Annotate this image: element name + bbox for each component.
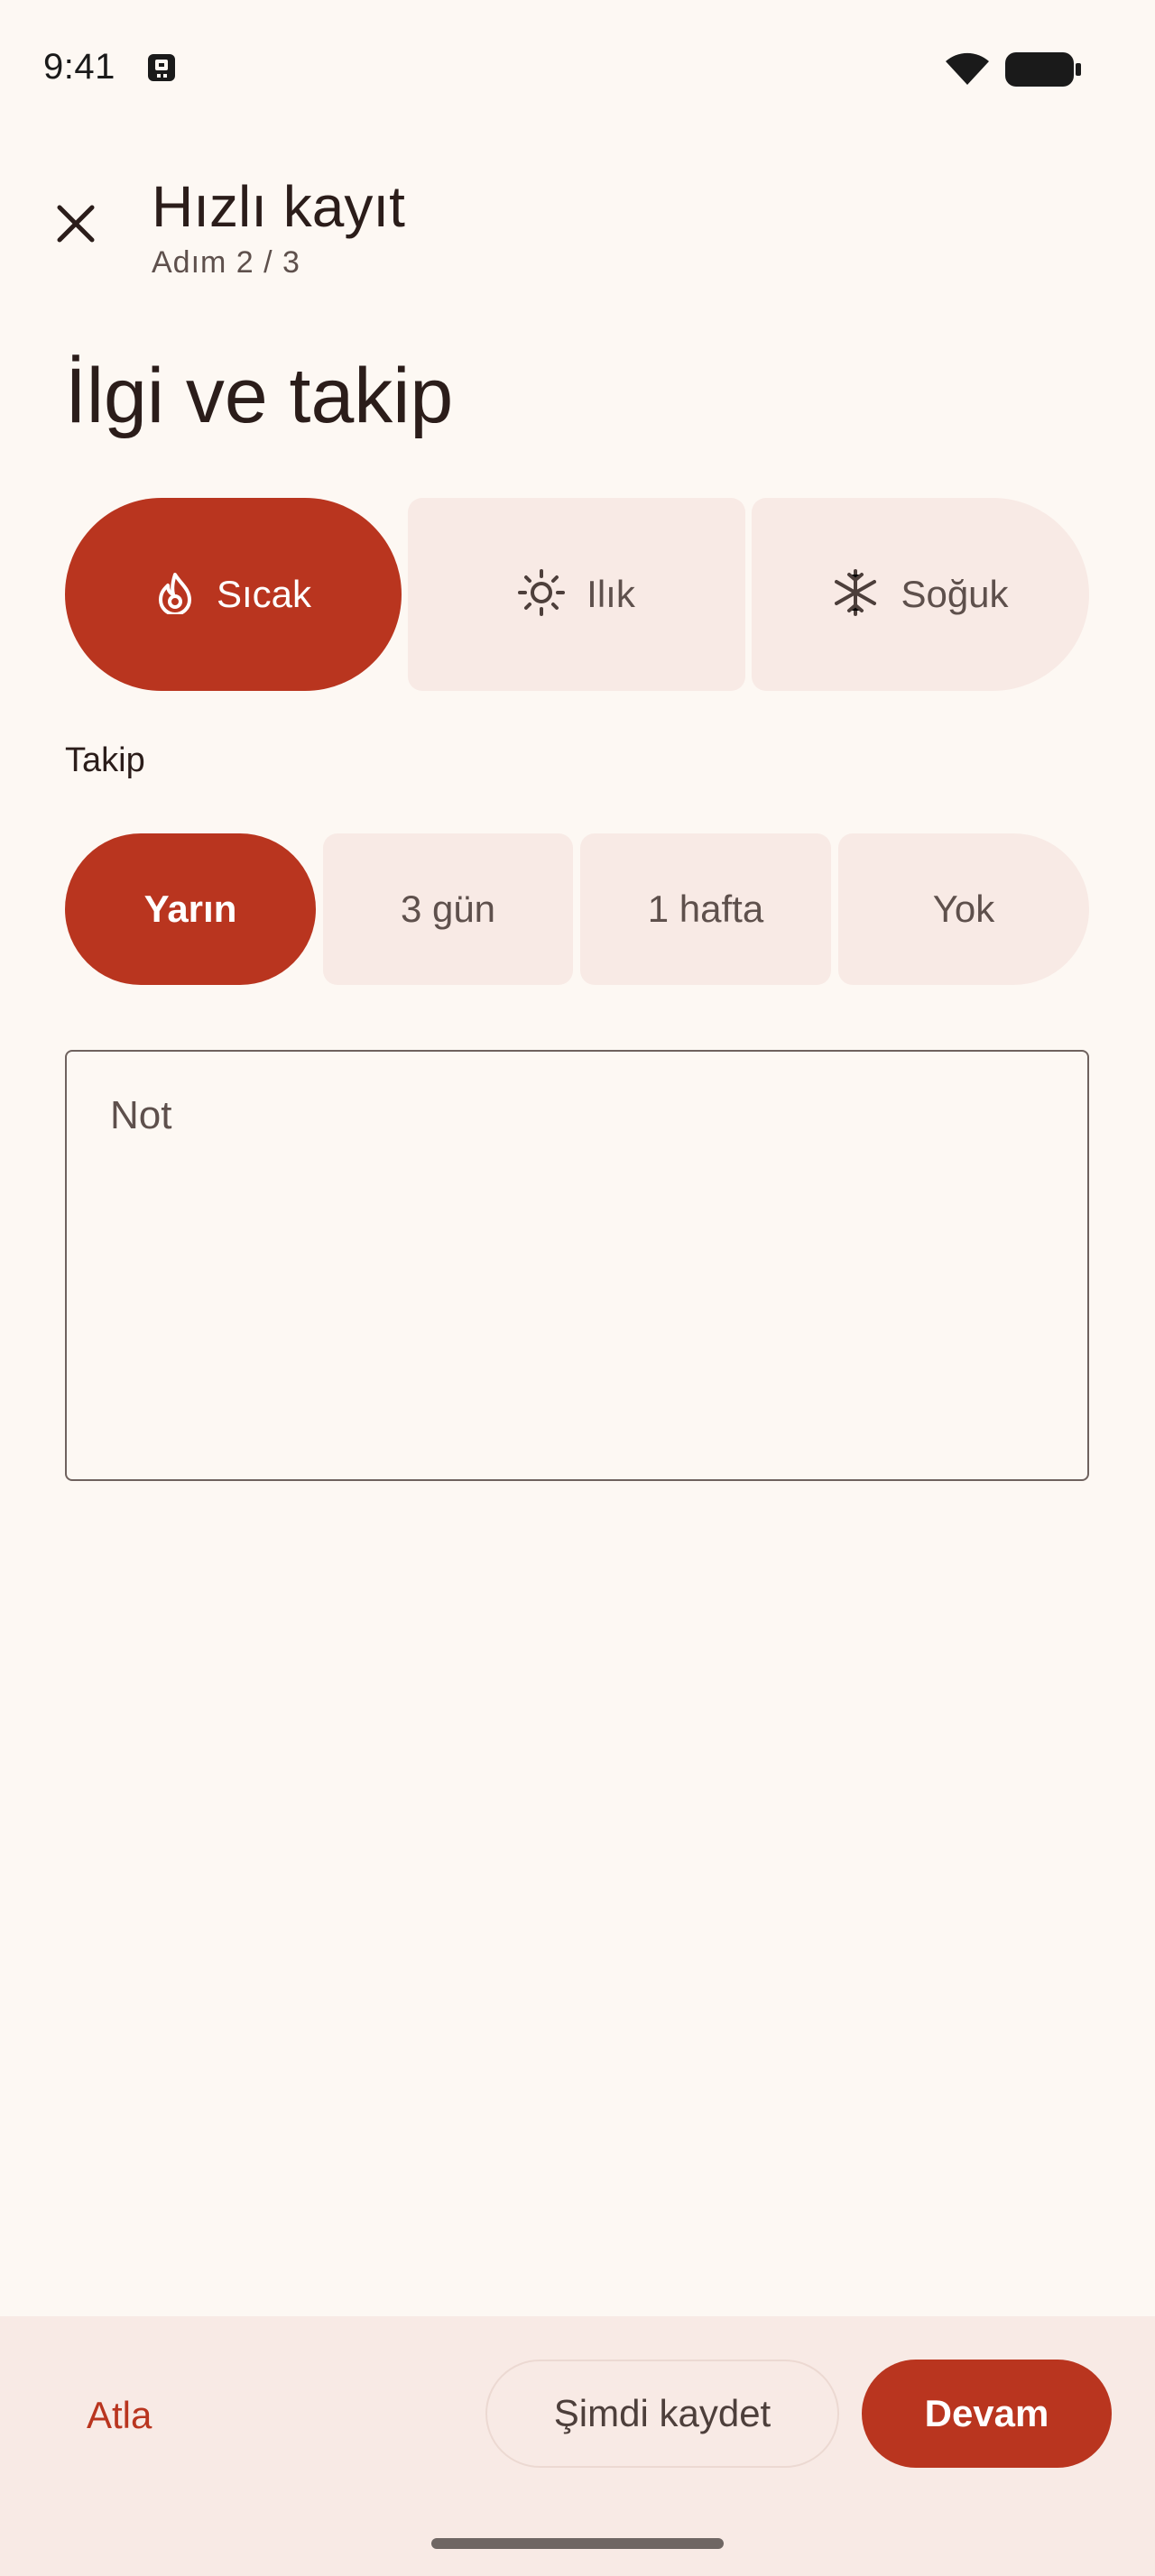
close-button[interactable] — [40, 189, 112, 262]
temperature-option-hot[interactable]: Sıcak — [65, 498, 402, 691]
continue-button[interactable]: Devam — [862, 2360, 1112, 2468]
step-indicator: Adım 2 / 3 — [152, 245, 300, 280]
follow-up-label: Takip — [65, 741, 145, 779]
follow-up-option-1-week[interactable]: 1 hafta — [580, 833, 831, 985]
temperature-label-warm: Ilık — [587, 573, 635, 615]
close-icon — [54, 202, 97, 250]
follow-up-option-label: Yarın — [143, 888, 237, 930]
page-title: Hızlı kayıt — [152, 174, 405, 239]
temperature-option-warm[interactable]: Ilık — [408, 498, 745, 691]
follow-up-option-label: 3 gün — [400, 888, 496, 930]
sun-icon — [518, 568, 587, 621]
follow-up-option-label: 1 hafta — [647, 888, 764, 930]
note-textarea[interactable]: Not — [65, 1050, 1089, 1481]
bottom-action-bar: Atla Şimdi kaydet Devam — [0, 2316, 1155, 2576]
follow-up-option-label: Yok — [932, 888, 995, 930]
battery-icon — [1005, 52, 1081, 87]
flame-icon — [155, 571, 217, 619]
follow-up-option-tomorrow[interactable]: Yarın — [65, 833, 316, 985]
temperature-label-cold: Soğuk — [901, 573, 1009, 615]
follow-up-option-none[interactable]: Yok — [838, 833, 1089, 985]
temperature-option-cold[interactable]: Soğuk — [752, 498, 1089, 691]
save-now-button[interactable]: Şimdi kaydet — [485, 2360, 839, 2468]
note-placeholder: Not — [110, 1093, 172, 1137]
follow-up-option-3-days[interactable]: 3 gün — [323, 833, 573, 985]
temperature-label-hot: Sıcak — [216, 573, 312, 615]
status-bar: 9:41 — [0, 0, 1155, 135]
status-time: 9:41 — [43, 47, 116, 87]
top-app-bar: Hızlı kayıt Adım 2 / 3 — [0, 153, 1155, 298]
notification-icon — [144, 51, 182, 87]
home-indicator[interactable] — [431, 2538, 724, 2549]
skip-button[interactable]: Atla — [54, 2361, 184, 2470]
wifi-icon — [944, 51, 991, 87]
snowflake-icon — [832, 568, 901, 621]
section-headline: İlgi ve takip — [65, 353, 454, 439]
